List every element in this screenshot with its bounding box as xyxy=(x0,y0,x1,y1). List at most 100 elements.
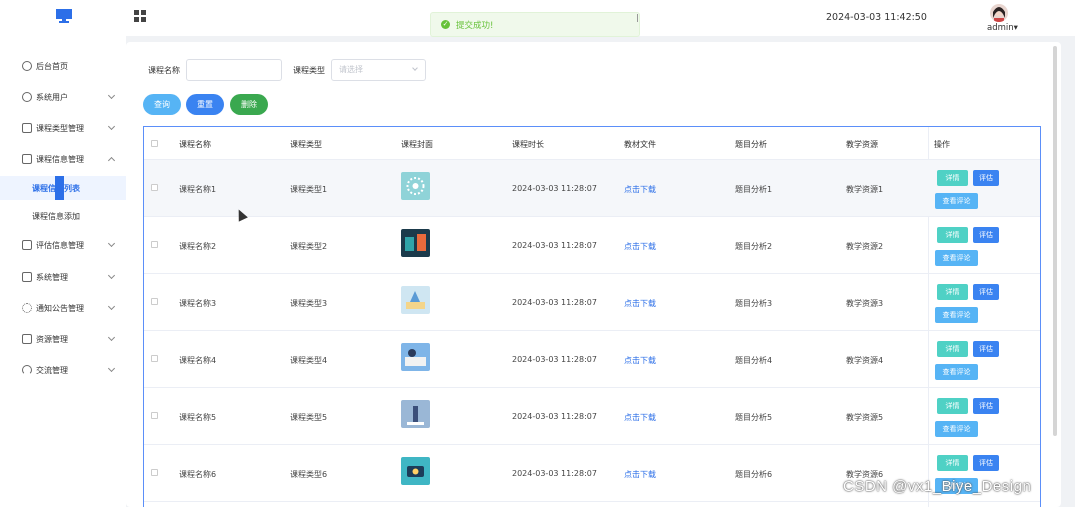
sidebar-item-system-users[interactable]: 系统用户 xyxy=(0,87,126,107)
sidebar-subitem-course-add[interactable]: 课程信息添加 xyxy=(0,204,126,228)
query-button[interactable]: 查询 xyxy=(143,94,181,115)
evaluate-button[interactable]: 评估 xyxy=(973,227,999,243)
evaluate-button[interactable]: 评估 xyxy=(973,170,999,186)
headphones-icon xyxy=(22,365,32,375)
table-row[interactable]: 课程名称5 课程类型5 2024-03-03 11:28:07 点击下载 题目分… xyxy=(144,388,1040,445)
detail-button[interactable]: 详情 xyxy=(937,398,968,414)
sidebar-item-label: 通知公告管理 xyxy=(36,303,84,313)
sidebar-item-resource[interactable]: 资源管理 xyxy=(0,329,126,349)
cell-analysis: 题目分析6 xyxy=(735,470,773,479)
course-cover-image[interactable] xyxy=(401,229,430,257)
row-checkbox[interactable] xyxy=(151,184,158,191)
cell-duration: 2024-03-03 11:28:07 xyxy=(512,412,597,421)
chevron-down-icon xyxy=(412,65,418,71)
download-link[interactable]: 点击下载 xyxy=(624,469,656,480)
sidebar-subitem-course-list[interactable]: 课程信息列表 xyxy=(0,176,126,200)
datetime-display: 2024-03-03 11:42:50 xyxy=(826,12,927,23)
sidebar-item-system[interactable]: 系统管理 xyxy=(0,267,126,287)
course-cover-image[interactable] xyxy=(401,343,430,371)
chevron-down-icon xyxy=(107,122,116,131)
cell-analysis: 题目分析4 xyxy=(735,356,773,365)
sidebar-item-label: 课程信息管理 xyxy=(36,154,84,164)
evaluate-button[interactable]: 评估 xyxy=(973,398,999,414)
table-row[interactable]: 课程名称2 课程类型2 2024-03-03 11:28:07 点击下载 题目分… xyxy=(144,217,1040,274)
sidebar-item-course-type[interactable]: 课程类型管理 xyxy=(0,118,126,138)
header-duration: 课程时长 xyxy=(512,140,544,149)
cell-course-type: 课程类型2 xyxy=(290,242,328,251)
sidebar-item-communication[interactable]: 交流管理 xyxy=(0,360,126,380)
sidebar-item-label: 后台首页 xyxy=(36,61,68,71)
download-link[interactable]: 点击下载 xyxy=(624,298,656,309)
view-review-button[interactable]: 查看评论 xyxy=(935,193,978,209)
delete-button[interactable]: 删除 xyxy=(230,94,268,115)
view-review-button[interactable]: 查看评论 xyxy=(935,364,978,380)
detail-button[interactable]: 详情 xyxy=(937,227,968,243)
row-checkbox[interactable] xyxy=(151,469,158,476)
download-link[interactable]: 点击下载 xyxy=(624,184,656,195)
detail-button[interactable]: 详情 xyxy=(937,455,968,471)
download-link[interactable]: 点击下载 xyxy=(624,355,656,366)
course-cover-image[interactable] xyxy=(401,286,430,314)
row-checkbox[interactable] xyxy=(151,298,158,305)
header-course-cover: 课程封面 xyxy=(401,140,433,149)
evaluate-button[interactable]: 评估 xyxy=(973,341,999,357)
sidebar-item-home[interactable]: 后台首页 xyxy=(0,56,126,76)
table-row[interactable]: 课程名称3 课程类型3 2024-03-03 11:28:07 点击下载 题目分… xyxy=(144,274,1040,331)
evaluate-button[interactable]: 评估 xyxy=(973,284,999,300)
sidebar: 后台首页 系统用户 课程类型管理 课程信息管理 课程信息列表 课程信息添加 评估… xyxy=(0,36,126,507)
course-cover-image[interactable] xyxy=(401,400,430,428)
reset-button[interactable]: 重置 xyxy=(186,94,224,115)
folder-icon xyxy=(22,154,32,164)
sidebar-item-notice[interactable]: 通知公告管理 xyxy=(0,298,126,318)
chevron-up-icon xyxy=(107,156,116,165)
header-actions: 操作 xyxy=(934,140,950,149)
avatar[interactable] xyxy=(990,4,1008,22)
broadcast-icon xyxy=(22,303,32,313)
sidebar-item-label: 系统用户 xyxy=(36,92,68,102)
header-course-type: 课程类型 xyxy=(290,140,322,149)
download-link[interactable]: 点击下载 xyxy=(624,241,656,252)
cell-analysis: 题目分析2 xyxy=(735,242,773,251)
view-review-button[interactable]: 查看评论 xyxy=(935,250,978,266)
detail-button[interactable]: 详情 xyxy=(937,284,968,300)
view-review-button[interactable]: 查看评论 xyxy=(935,307,978,323)
cell-course-name: 课程名称1 xyxy=(179,185,217,194)
evaluate-button[interactable]: 评估 xyxy=(973,455,999,471)
detail-button[interactable]: 详情 xyxy=(937,170,968,186)
detail-button[interactable]: 详情 xyxy=(937,341,968,357)
view-review-button[interactable]: 查看评论 xyxy=(935,421,978,437)
sidebar-item-label: 系统管理 xyxy=(36,272,68,282)
table-row[interactable]: 课程名称1 课程类型1 2024-03-03 11:28:07 点击下载 题目分… xyxy=(144,160,1040,217)
cell-course-type: 课程类型5 xyxy=(290,413,328,422)
cell-analysis: 题目分析1 xyxy=(735,185,773,194)
row-checkbox[interactable] xyxy=(151,355,158,362)
folder-icon xyxy=(22,123,32,133)
select-placeholder: 请选择 xyxy=(339,65,363,74)
folder-icon xyxy=(22,240,32,250)
row-checkbox[interactable] xyxy=(151,241,158,248)
course-type-select[interactable]: 请选择 xyxy=(331,59,426,81)
sidebar-item-evaluation[interactable]: 评估信息管理 xyxy=(0,235,126,255)
course-cover-image[interactable] xyxy=(401,457,430,485)
cell-duration: 2024-03-03 11:28:07 xyxy=(512,241,597,250)
user-menu[interactable]: admin▾ xyxy=(987,23,1018,33)
sidebar-item-label: 交流管理 xyxy=(36,365,68,375)
select-all-checkbox[interactable] xyxy=(151,140,158,147)
table-row[interactable]: 课程名称4 课程类型4 2024-03-03 11:28:07 点击下载 题目分… xyxy=(144,331,1040,388)
cell-duration: 2024-03-03 11:28:07 xyxy=(512,298,597,307)
download-link[interactable]: 点击下载 xyxy=(624,412,656,423)
menu-grid-icon[interactable] xyxy=(134,10,146,22)
chevron-down-icon xyxy=(107,302,116,311)
cell-analysis: 题目分析5 xyxy=(735,413,773,422)
course-name-label: 课程名称 xyxy=(148,66,180,75)
course-cover-image[interactable] xyxy=(401,172,430,200)
cell-course-type: 课程类型4 xyxy=(290,356,328,365)
cell-duration: 2024-03-03 11:28:07 xyxy=(512,355,597,364)
sidebar-item-course-info[interactable]: 课程信息管理 xyxy=(0,149,126,169)
course-name-input[interactable] xyxy=(186,59,282,81)
header-resource: 教学资源 xyxy=(846,140,878,149)
scrollbar[interactable] xyxy=(1053,46,1057,436)
sidebar-item-label: 评估信息管理 xyxy=(36,240,84,250)
cell-course-name: 课程名称5 xyxy=(179,413,217,422)
row-checkbox[interactable] xyxy=(151,412,158,419)
